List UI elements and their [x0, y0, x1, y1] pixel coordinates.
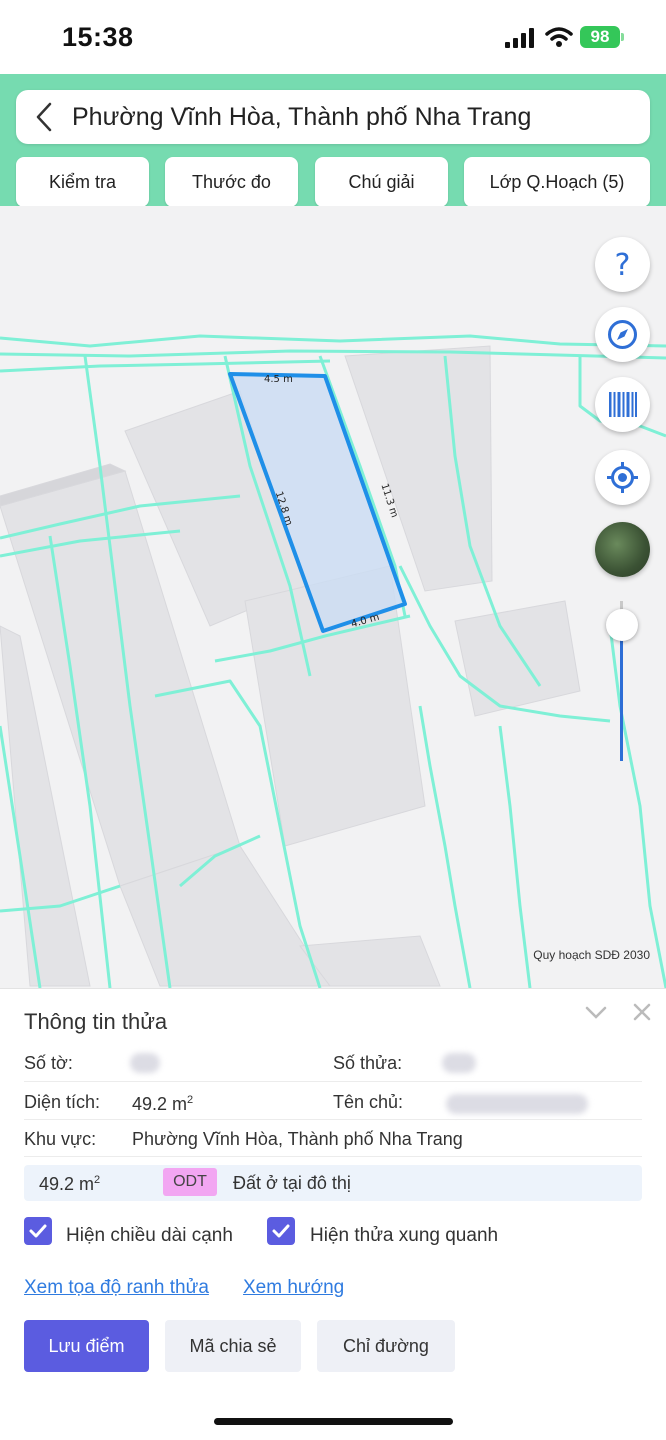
- row-divider: [24, 1081, 642, 1082]
- view-orientation-link[interactable]: Xem hướng: [243, 1277, 344, 1299]
- page-title: Phường Vĩnh Hòa, Thành phố Nha Trang: [72, 103, 532, 131]
- directions-button[interactable]: Chỉ đường: [317, 1320, 455, 1372]
- show-edge-length-checkbox[interactable]: [24, 1217, 52, 1245]
- so-to-value-redacted: [130, 1053, 160, 1073]
- battery-icon: 98: [580, 26, 620, 48]
- compass-icon: [608, 320, 637, 349]
- ten-chu-value-redacted: [446, 1094, 588, 1114]
- dien-tich-value: 49.2 m2: [132, 1094, 193, 1115]
- save-point-button[interactable]: Lưu điểm: [24, 1320, 149, 1372]
- close-icon[interactable]: [633, 1003, 651, 1021]
- land-use-unit-exponent: 2: [94, 1174, 101, 1186]
- land-use-area-number: 49.2 m: [39, 1174, 95, 1194]
- tab-thuoc-do[interactable]: Thước đo: [165, 157, 298, 207]
- land-use-name: Đất ở tại đô thị: [233, 1173, 351, 1193]
- show-neighbor-parcels-checkbox[interactable]: [267, 1217, 295, 1245]
- show-neighbor-parcels-label[interactable]: Hiện thửa xung quanh: [310, 1225, 498, 1247]
- so-thua-value-redacted: [442, 1053, 476, 1073]
- land-use-code-badge: ODT: [163, 1168, 217, 1196]
- compass-button[interactable]: [595, 307, 650, 362]
- tab-kiem-tra[interactable]: Kiểm tra: [16, 157, 149, 207]
- sheet-title: Thông tin thửa: [24, 1009, 168, 1034]
- dien-tich-number: 49.2 m: [132, 1094, 188, 1114]
- area-unit-exponent: 2: [187, 1094, 194, 1106]
- tab-chu-giai[interactable]: Chú giải: [315, 157, 448, 207]
- question-icon: ?: [615, 248, 631, 283]
- barcode-icon: [609, 392, 637, 417]
- khu-vuc-label: Khu vực:: [24, 1129, 97, 1149]
- so-thua-label: Số thửa:: [333, 1053, 403, 1073]
- share-code-button[interactable]: Mã chia sẻ: [165, 1320, 301, 1372]
- tab-lop-quy-hoach[interactable]: Lớp Q.Hoạch (5): [464, 157, 650, 207]
- row-divider: [24, 1119, 642, 1120]
- row-divider: [24, 1156, 642, 1157]
- barcode-button[interactable]: [595, 377, 650, 432]
- map-canvas[interactable]: 4.5 m 11.3 m 12.8 m 4.0 m: [0, 206, 666, 988]
- crosshair-icon: [607, 462, 638, 493]
- home-indicator[interactable]: [214, 1418, 453, 1425]
- status-bar: 15:38 98: [0, 0, 666, 74]
- my-location-button[interactable]: [595, 450, 650, 505]
- title-bar: Phường Vĩnh Hòa, Thành phố Nha Trang: [16, 90, 650, 144]
- status-time: 15:38: [62, 22, 134, 52]
- ten-chu-label: Tên chủ:: [333, 1092, 404, 1112]
- khu-vuc-value: Phường Vĩnh Hòa, Thành phố Nha Trang: [132, 1129, 463, 1149]
- edge-label-top: 4.5 m: [264, 374, 293, 385]
- battery-tip: [621, 33, 624, 41]
- dien-tich-label: Diện tích:: [24, 1092, 101, 1112]
- checkmark-icon: [272, 1224, 290, 1238]
- satellite-layer-button[interactable]: [595, 522, 650, 577]
- so-to-label: Số tờ:: [24, 1053, 73, 1073]
- back-arrow-icon[interactable]: [34, 102, 54, 132]
- checkmark-icon: [29, 1224, 47, 1238]
- view-boundary-coordinates-link[interactable]: Xem tọa độ ranh thửa: [24, 1277, 209, 1299]
- zoom-slider-handle[interactable]: [606, 609, 638, 641]
- help-symbol: ?: [615, 248, 631, 283]
- map-layer-credit: Quy hoạch SDĐ 2030: [533, 948, 650, 962]
- wifi-icon: [545, 27, 573, 47]
- cellular-signal-icon: [505, 28, 534, 48]
- parcel-info-sheet: Thông tin thửa Số tờ: Số thửa: Diện tích…: [0, 988, 666, 1440]
- help-button[interactable]: ?: [595, 237, 650, 292]
- land-use-area: 49.2 m2: [39, 1174, 100, 1195]
- land-use-row: 49.2 m2 ODT Đất ở tại đô thị: [24, 1165, 642, 1201]
- show-edge-length-label[interactable]: Hiện chiều dài cạnh: [66, 1225, 233, 1247]
- chevron-down-icon[interactable]: [585, 1005, 607, 1021]
- map-view[interactable]: 4.5 m 11.3 m 12.8 m 4.0 m ? Quy hoạch SD…: [0, 206, 666, 988]
